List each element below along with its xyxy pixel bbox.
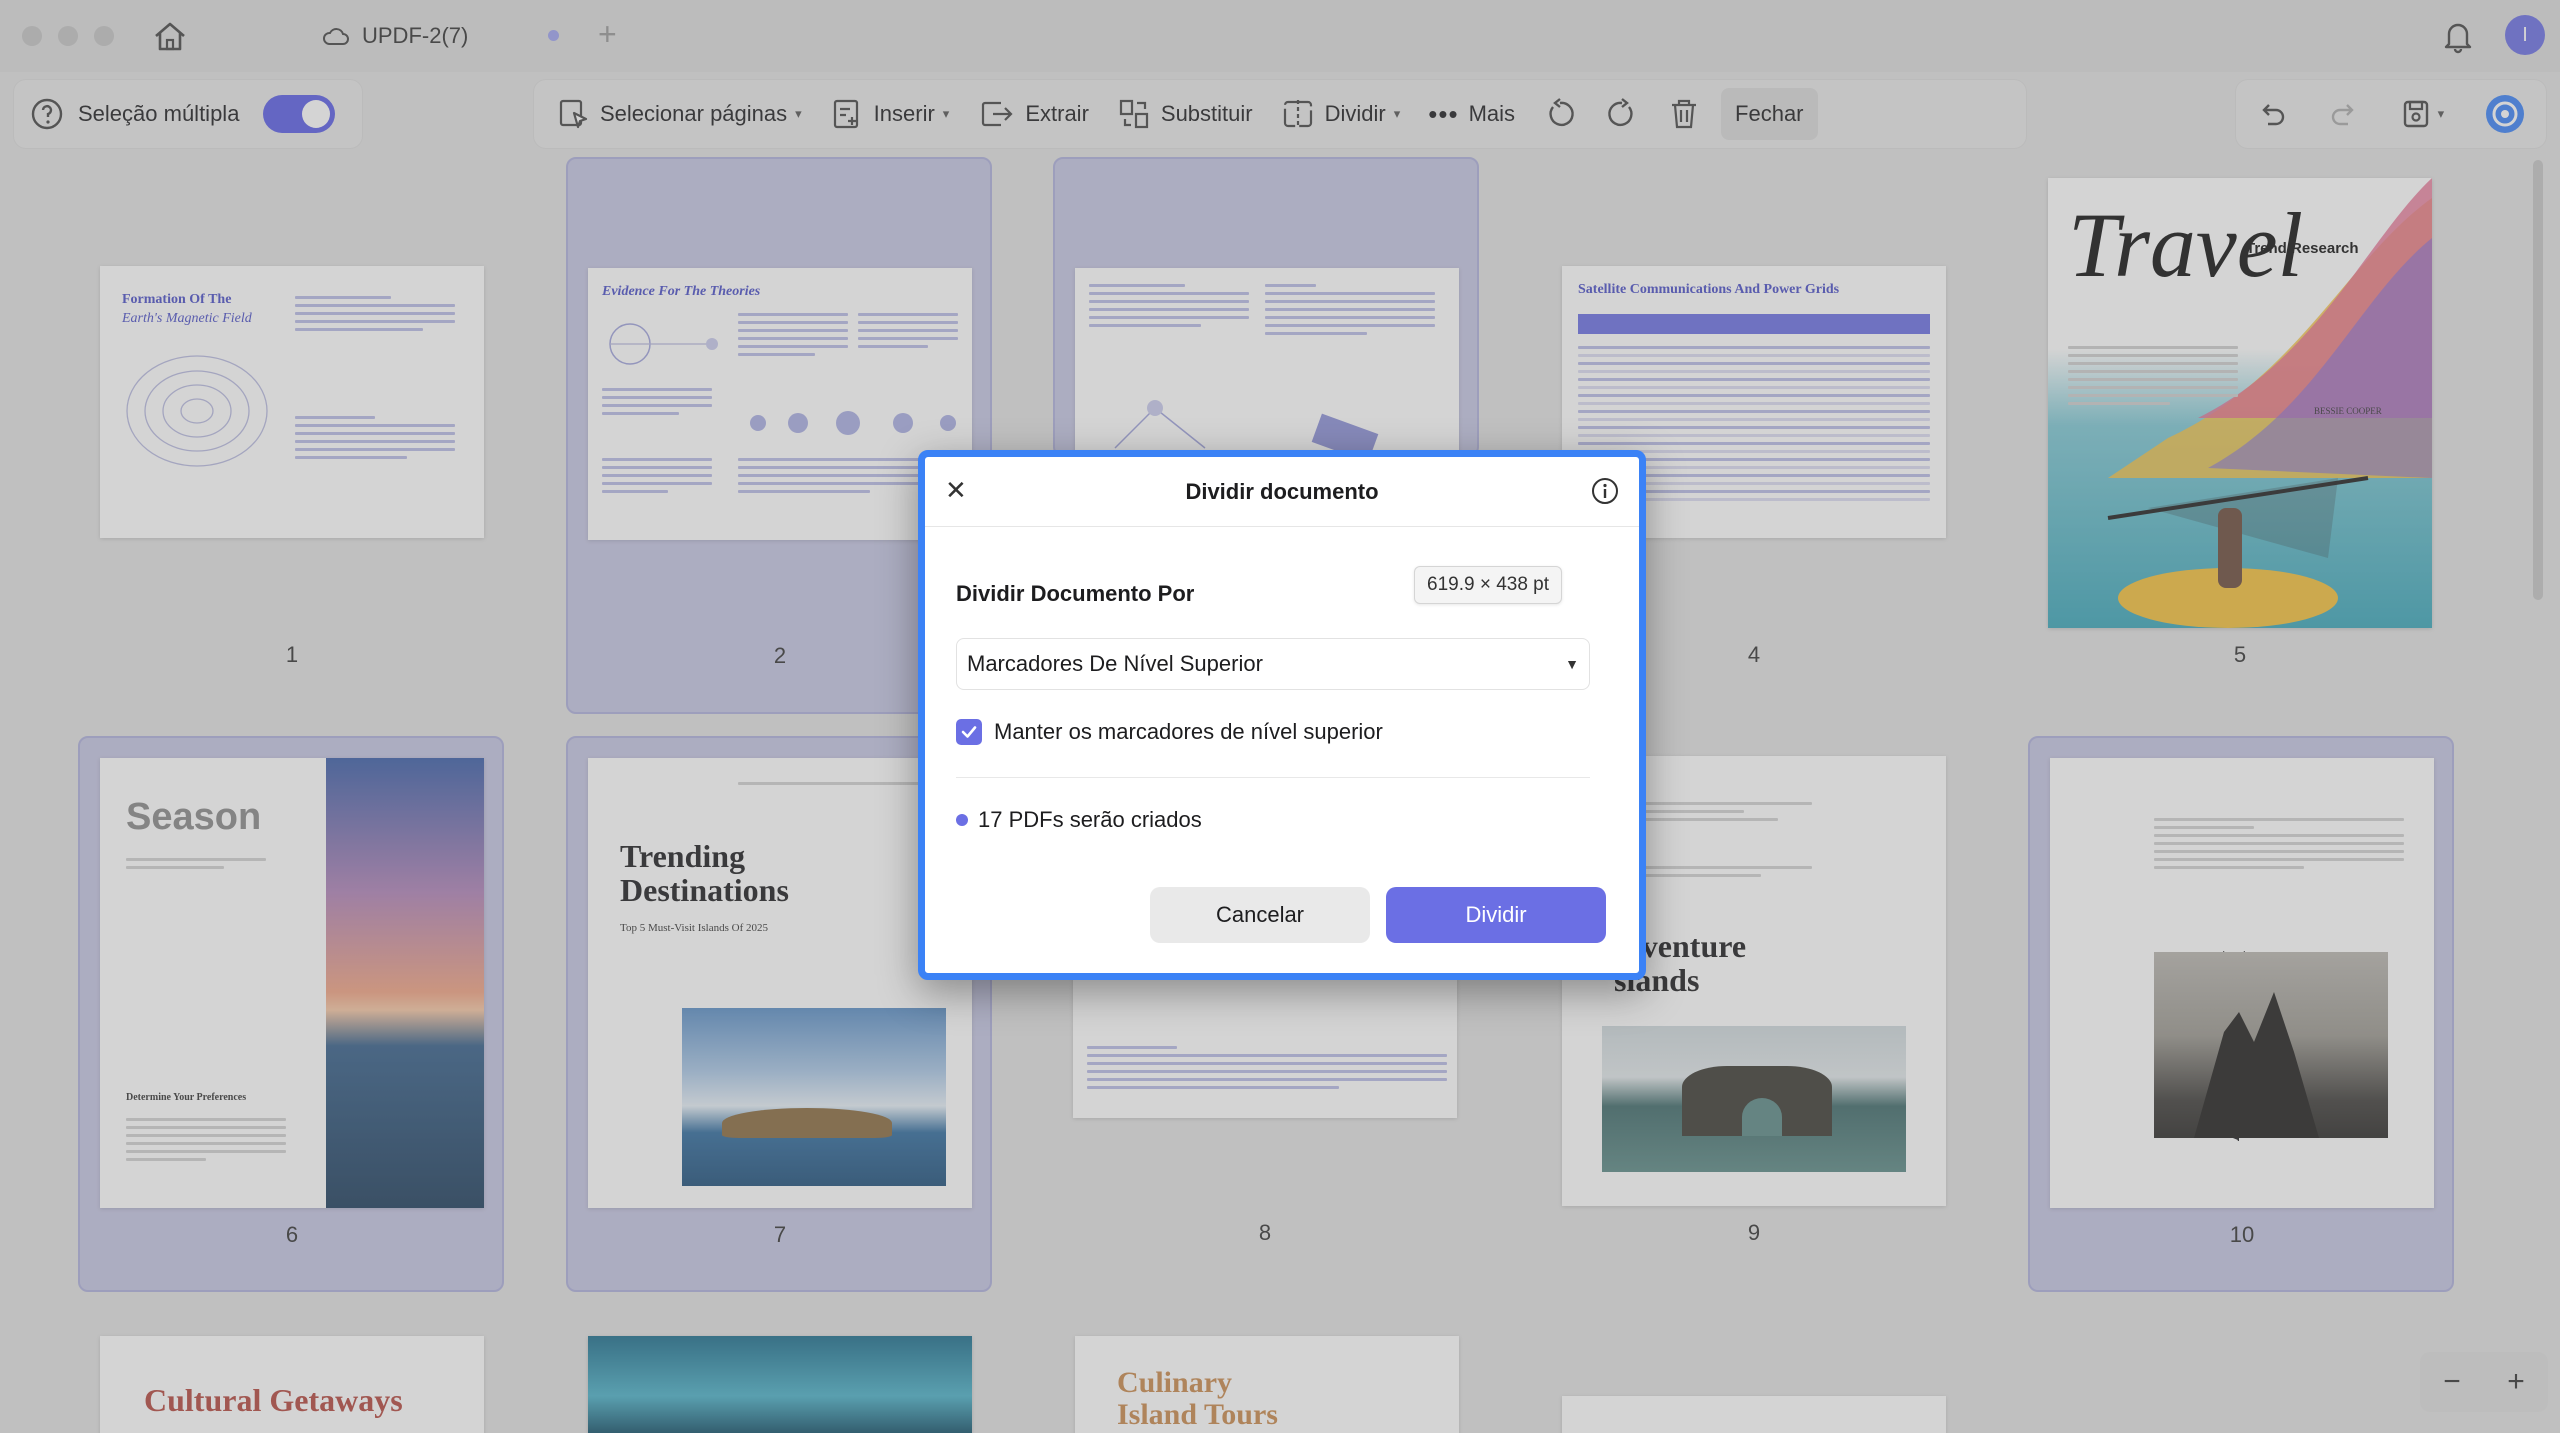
page-size-tooltip: 619.9 × 438 pt — [1414, 566, 1563, 604]
result-info-text: 17 PDFs serão criados — [978, 807, 1202, 832]
keep-bookmarks-checkbox[interactable] — [956, 719, 982, 745]
split-mode-select[interactable]: Marcadores De Nível Superior ▼ — [956, 638, 1590, 690]
cancel-button[interactable]: Cancelar — [1150, 887, 1370, 943]
split-mode-value: Marcadores De Nível Superior — [967, 651, 1263, 676]
split-document-dialog: ✕ Dividir documento Dividir Documento Po… — [918, 450, 1646, 980]
split-by-label: Dividir Documento Por — [956, 581, 1195, 606]
dialog-title: Dividir documento — [1185, 479, 1379, 504]
divider — [956, 777, 1590, 778]
result-info: 17 PDFs serão criados — [956, 807, 1202, 833]
dropdown-arrow-icon: ▼ — [1565, 656, 1579, 672]
check-icon — [961, 726, 977, 738]
dialog-header: ✕ Dividir documento — [925, 457, 1639, 527]
split-confirm-button[interactable]: Dividir — [1386, 887, 1606, 943]
bullet-dot-icon — [956, 814, 968, 826]
info-icon[interactable] — [1591, 477, 1619, 505]
keep-bookmarks-option: Manter os marcadores de nível superior — [956, 719, 1383, 745]
keep-bookmarks-label: Manter os marcadores de nível superior — [994, 719, 1383, 744]
